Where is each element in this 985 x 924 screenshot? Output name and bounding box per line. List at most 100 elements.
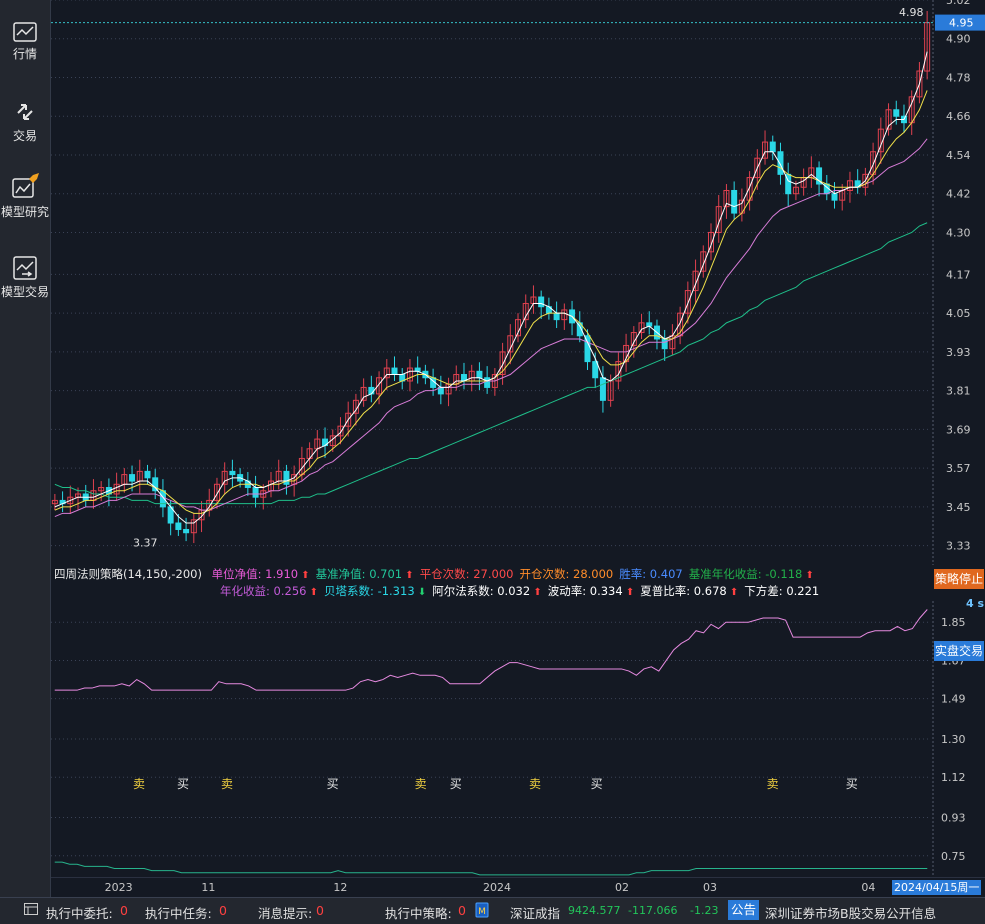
monitor-icon[interactable]: M <box>475 902 489 921</box>
date-tick-label: 03 <box>703 881 717 894</box>
candle-body <box>129 474 136 482</box>
sidebar-item-model-research[interactable]: 模型研究 <box>0 172 50 220</box>
date-axis: 2023 11 12 2024 02 03 04 2024/04/15周一 <box>51 877 985 898</box>
metric-value: -0.118 <box>765 567 803 581</box>
metric-item: 年化收益: 0.256 ⬆ <box>220 584 318 598</box>
price-tick-label: 5.02 <box>946 0 971 7</box>
left-sidebar: 行情 交易 模型研究 模型交易 <box>0 0 51 897</box>
price-tick-label: 4.17 <box>946 268 971 281</box>
sidebar-item-label: 模型交易 <box>0 285 49 299</box>
equity-tick-label: 1.85 <box>941 616 966 629</box>
arrow-up-icon: ⬆ <box>530 587 542 598</box>
sidebar-item-label: 交易 <box>12 129 37 143</box>
sell-signal: 卖 <box>415 777 427 791</box>
candle-body <box>183 528 190 534</box>
metric-item: 基准净值: 0.701 ⬆ <box>316 567 414 581</box>
candle-body <box>175 522 182 530</box>
index-percent: -1.23 <box>690 904 719 917</box>
pending-orders-label: 执行中委托: <box>46 906 113 921</box>
messages-label: 消息提示: <box>258 906 313 921</box>
candle-body <box>893 109 900 117</box>
candle-body <box>831 193 838 201</box>
moving-average-line-yellow <box>54 90 928 514</box>
price-tick-label: 4.05 <box>946 307 971 320</box>
metrics-row-1: 四周法则策略(14,150,-200) 单位净值: 1.910 ⬆ 基准净值: 0… <box>54 566 814 584</box>
candle-body <box>283 470 290 485</box>
metric-item: 开仓次数: 28.000 <box>519 567 613 581</box>
grid-icon[interactable] <box>24 903 38 918</box>
strategy-metrics-bar: 四周法则策略(14,150,-200) 单位净值: 1.910 ⬆ 基准净值: 0… <box>51 565 933 601</box>
index-name[interactable]: 深证成指 <box>510 903 560 922</box>
moving-average-line-green <box>54 222 928 505</box>
metric-item: 胜率: 0.407 <box>619 567 682 581</box>
candle-body <box>769 141 776 153</box>
date-tick-label: 12 <box>333 881 348 894</box>
notice-button[interactable]: 公告 <box>728 900 760 920</box>
metric-item: 夏普比率: 0.678 ⬆ <box>640 584 738 598</box>
candlestick-chart[interactable]: 5.02 4.90 4.78 4.66 4.54 4.42 4.30 4.17 4.05 3.93… <box>51 0 985 565</box>
metric-value: 1.910 <box>265 567 299 581</box>
price-tick-label: 4.78 <box>946 71 971 84</box>
tasks-label: 执行中任务: <box>145 906 212 921</box>
strategies-count[interactable]: 0 <box>458 903 466 918</box>
buy-signal: 买 <box>450 777 462 791</box>
strategy-name: 四周法则策略(14,150,-200) <box>54 567 202 581</box>
equity-series-line <box>54 861 928 876</box>
buy-signal: 买 <box>177 777 189 791</box>
metric-value: 28.000 <box>573 567 614 581</box>
metric-value: 27.000 <box>473 567 514 581</box>
metric-value: -1.313 <box>377 584 415 598</box>
arrow-up-icon: ⬆ <box>306 587 319 598</box>
live-trade-button[interactable]: 实盘交易 <box>934 641 984 661</box>
metric-label: 基准年化收益: <box>688 567 766 581</box>
messages-count[interactable]: 0 <box>316 903 324 918</box>
date-tick-label: 11 <box>201 881 216 894</box>
metric-item: 阿尔法系数: 0.032 ⬆ <box>432 584 542 598</box>
date-tick-label: 2023 <box>104 881 133 894</box>
sidebar-item-market[interactable]: 行情 <box>0 22 50 62</box>
metric-value: 0.678 <box>693 584 727 598</box>
metric-value: 0.256 <box>273 584 307 598</box>
candle-body <box>553 312 560 321</box>
metric-label: 贝塔系数: <box>324 584 378 598</box>
low-price-label: 3.37 <box>133 537 158 550</box>
arrow-up-icon: ⬆ <box>802 570 814 581</box>
metric-item: 贝塔系数: -1.313 ⬇ <box>324 584 426 598</box>
notice-text[interactable]: 深圳证券市场B股交易公开信息 <box>765 903 936 922</box>
price-tick-label: 4.54 <box>946 149 971 162</box>
line-chart-icon <box>13 22 37 42</box>
candle-body <box>368 386 375 395</box>
sidebar-item-model-trade[interactable]: 模型交易 <box>0 256 50 300</box>
metric-item: 平仓次数: 27.000 <box>420 567 514 581</box>
candle-body <box>476 370 483 379</box>
candle-body <box>599 377 606 401</box>
metric-value: 0.334 <box>589 584 623 598</box>
strategy-stop-button[interactable]: 策略停止 <box>934 569 984 589</box>
metric-value: 0.032 <box>497 584 531 598</box>
metric-item: 单位净值: 1.910 ⬆ <box>212 567 310 581</box>
pending-orders-count[interactable]: 0 <box>120 903 128 918</box>
arrow-up-icon: ⬆ <box>298 570 310 581</box>
index-change: -117.066 <box>628 904 678 917</box>
arrow-up-icon: ⬆ <box>726 587 739 598</box>
candle-body <box>391 367 398 376</box>
metric-item: 基准年化收益: -0.118 ⬆ <box>689 567 814 581</box>
sidebar-item-trade[interactable]: 交易 <box>0 100 50 144</box>
buy-signal: 买 <box>846 777 858 791</box>
price-tick-label: 4.90 <box>946 33 971 46</box>
candle-body <box>152 477 159 492</box>
current-price-tag-label: 4.95 <box>949 17 974 30</box>
candle-body <box>538 296 545 308</box>
equity-curve-chart[interactable]: 1.851.671.491.301.120.930.75卖买卖买卖买卖买卖买 <box>51 601 985 877</box>
metric-label: 平仓次数: <box>419 567 474 581</box>
sidebar-item-label: 行情 <box>12 47 37 61</box>
candle-body <box>229 470 236 476</box>
metric-item: 波动率: 0.334 ⬆ <box>548 584 635 598</box>
equity-tick-label: 1.12 <box>941 771 966 784</box>
sell-signal: 卖 <box>221 777 233 791</box>
equity-tick-label: 0.75 <box>941 850 966 863</box>
price-tick-label: 4.30 <box>946 226 971 239</box>
date-tick-label: 2024 <box>483 881 511 894</box>
tasks-count[interactable]: 0 <box>219 903 227 918</box>
rocket-chart-icon <box>12 173 39 198</box>
